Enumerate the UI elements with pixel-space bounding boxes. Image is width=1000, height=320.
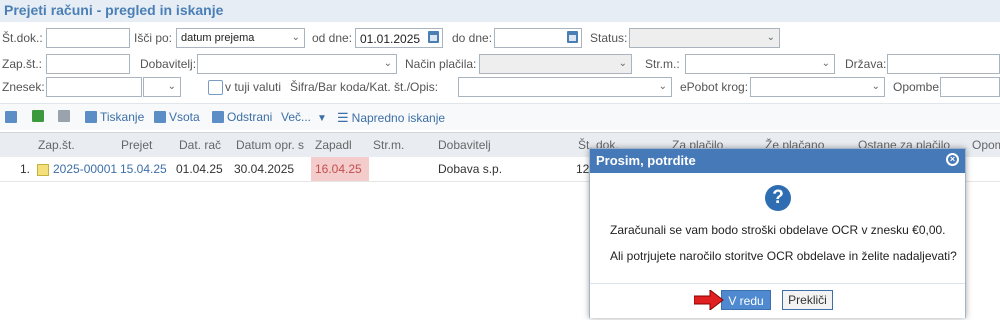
delete-button[interactable]: Odstrani [212, 110, 272, 124]
col-opombe[interactable]: Opom [972, 138, 1000, 152]
col-datum-opr[interactable]: Datum opr. s [236, 138, 304, 152]
col-zap-st[interactable]: Zap.št. [38, 138, 75, 152]
question-icon: ? [765, 185, 791, 211]
more-button[interactable]: Več... ▼ [281, 110, 327, 124]
drzava-label: Država: [845, 57, 887, 71]
chevron-down-icon: ⌄ [658, 81, 667, 92]
epobot-label: ePobot krog: [680, 80, 749, 94]
chevron-down-icon: ⌄ [291, 32, 300, 43]
st-dok-input[interactable] [46, 28, 130, 48]
chevron-down-icon: ⌄ [766, 32, 775, 43]
str-m-label: Str.m.: [645, 57, 680, 71]
advanced-search-button[interactable]: ☰ Napredno iskanje [337, 110, 445, 126]
od-dne-label: od dne: [312, 31, 353, 45]
printer-icon[interactable] [5, 111, 17, 123]
toolbar [0, 103, 1000, 130]
red-arrow-icon [694, 290, 724, 310]
do-dne-input[interactable] [494, 28, 582, 48]
opombe-label: Opombe: [893, 80, 943, 94]
dialog-message-line1: Zaračunali se vam bodo stroški obdelave … [610, 223, 946, 237]
currency-select[interactable]: ⌄ [143, 77, 181, 97]
chevron-down-icon: ⌄ [383, 58, 392, 69]
nacin-placila-label: Način plačila: [405, 57, 477, 71]
dat-rac-cell: 01.04.25 [176, 162, 223, 176]
v-tuji-valuti-label: v tuji valuti [225, 80, 282, 94]
epobot-select[interactable]: ⌄ [750, 77, 885, 97]
dialog-title: Prosim, potrdite [596, 153, 696, 168]
page-title: Prejeti računi - pregled in iskanje [4, 2, 224, 18]
opombe-input[interactable] [940, 77, 1000, 97]
drzava-select[interactable] [887, 54, 1000, 74]
str-m-select[interactable]: ⌄ [685, 54, 835, 74]
col-zapadl[interactable]: Zapadl [315, 138, 352, 152]
st-dok-label: Št.dok.: [2, 31, 43, 45]
printer-icon [85, 111, 97, 123]
confirm-dialog: Prosim, potrdite × ? Zaračunali se vam b… [589, 148, 966, 318]
excel-icon[interactable] [32, 110, 44, 122]
zapadl-cell: 16.04.25 [315, 162, 362, 176]
sifra-label: Šifra/Bar koda/Kat. št./Opis: [290, 80, 439, 94]
col-dat-rac[interactable]: Dat. rač [179, 138, 221, 152]
st-dok-cell: 12 [576, 162, 590, 176]
od-dne-input[interactable]: 01.01.2025 [355, 28, 443, 48]
trash-icon [212, 111, 224, 123]
chevron-down-icon: ⌄ [821, 58, 830, 69]
chevron-down-icon: ⌄ [618, 58, 627, 69]
isci-po-label: Išči po: [134, 31, 173, 45]
zap-st-input[interactable] [46, 54, 130, 74]
status-select[interactable]: ⌄ [629, 28, 780, 48]
col-dobavitelj[interactable]: Dobavitelj [438, 138, 491, 152]
do-dne-label: do dne: [452, 31, 493, 45]
zap-st-label: Zap.št.: [2, 57, 43, 71]
print-button[interactable]: Tiskanje [85, 110, 144, 124]
datum-opr-cell: 30.04.2025 [234, 162, 295, 176]
dobavitelj-label: Dobavitelj: [140, 57, 197, 71]
calendar-icon[interactable] [428, 31, 439, 43]
chevron-down-icon: ⌄ [871, 81, 880, 92]
v-tuji-valuti-checkbox[interactable] [208, 80, 223, 95]
chevron-down-icon: ⌄ [167, 81, 176, 92]
znesek-input[interactable] [46, 77, 142, 97]
status-marker-icon [37, 164, 49, 176]
chevron-down-icon: ▼ [317, 113, 327, 124]
znesek-label: Znesek: [2, 80, 45, 94]
status-label: Status: [590, 31, 628, 45]
cancel-button[interactable]: Prekliči [782, 290, 833, 310]
ok-button[interactable]: V redu [721, 290, 771, 310]
isci-po-value: datum prejema [181, 32, 255, 44]
dobavitelj-cell: Dobava s.p. [438, 162, 503, 176]
document-icon[interactable] [58, 110, 70, 122]
dobavitelj-select[interactable]: ⌄ [197, 54, 397, 74]
od-dne-value: 01.01.2025 [360, 32, 421, 46]
calendar-icon[interactable] [567, 31, 578, 43]
zap-st-link[interactable]: 2025-00001 [53, 162, 117, 176]
sifra-select[interactable]: ⌄ [458, 77, 672, 97]
prejet-cell[interactable]: 15.04.25 [120, 162, 167, 176]
dialog-footer [590, 283, 965, 318]
nacin-placila-select[interactable]: ⌄ [479, 54, 632, 74]
close-icon[interactable]: × [946, 153, 959, 166]
dialog-header: Prosim, potrdite × [590, 149, 965, 173]
sum-icon [154, 111, 166, 123]
row-number: 1. [20, 162, 31, 176]
col-str-m[interactable]: Str.m. [373, 138, 404, 152]
filter-lines-icon: ☰ [337, 110, 349, 125]
col-prejet[interactable]: Prejet [121, 138, 152, 152]
sum-button[interactable]: Vsota [154, 110, 200, 124]
isci-po-select[interactable]: datum prejema ⌄ [176, 28, 305, 48]
dialog-message-line2: Ali potrjujete naročilo storitve OCR obd… [610, 249, 957, 263]
